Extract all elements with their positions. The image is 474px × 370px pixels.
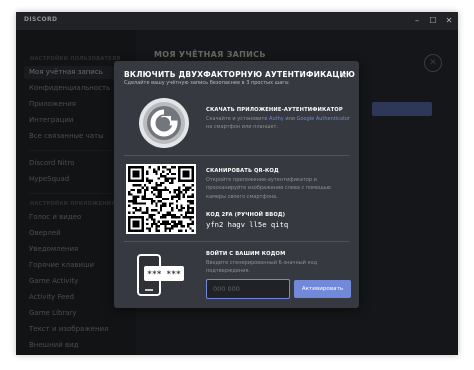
sidebar-item-notifications[interactable]: Уведомления bbox=[24, 243, 128, 256]
title-bar: DISCORD – ☐ ✕ bbox=[16, 12, 458, 30]
step3-title: ВОЙТИ С ВАШИМ КОДОМ bbox=[206, 251, 286, 257]
google-authenticator-link[interactable]: Google Authenticator bbox=[297, 116, 350, 122]
google-authenticator-icon bbox=[139, 98, 189, 148]
close-icon[interactable]: × bbox=[340, 71, 348, 81]
page-title: МОЯ УЧЁТНАЯ ЗАПИСЬ bbox=[154, 50, 266, 59]
sidebar-item-keybinds[interactable]: Горячие клавиши bbox=[24, 259, 128, 272]
sidebar-header-app-settings: НАСТРОЙКИ ПРИЛОЖЕНИЯ bbox=[30, 201, 116, 207]
sidebar-item-overlay[interactable]: Оверлей bbox=[24, 227, 128, 240]
step-divider bbox=[124, 241, 349, 242]
authy-link[interactable]: Authy bbox=[269, 116, 284, 122]
verification-code-input[interactable] bbox=[206, 279, 290, 299]
sidebar-item-applications[interactable]: Приложения bbox=[24, 98, 128, 111]
sidebar-item-activity-feed[interactable]: Activity Feed bbox=[24, 291, 128, 304]
modal-subtitle: Сделайте вашу учётную запись безопаснее … bbox=[124, 80, 290, 86]
enable-2fa-button-behind bbox=[372, 102, 432, 116]
sidebar-divider bbox=[29, 193, 123, 194]
step1-title: СКАЧАТЬ ПРИЛОЖЕНИЕ-АУТЕНТИФИКАТОР bbox=[206, 107, 343, 113]
sidebar-item-voice-video[interactable]: Голос и видео bbox=[24, 211, 128, 224]
step-divider bbox=[124, 155, 349, 156]
modal-title: ВКЛЮЧИТЬ ДВУХФАКТОРНУЮ АУТЕНТИФИКАЦИЮ bbox=[124, 70, 356, 79]
2fa-secret-key[interactable]: yfn2 hagv ll5e qitq bbox=[206, 220, 288, 229]
sidebar-item-hypesquad[interactable]: HypeSquad bbox=[24, 173, 128, 186]
sidebar-item-connections[interactable]: Все связанные чаты bbox=[24, 130, 128, 143]
qr-code bbox=[126, 164, 196, 234]
close-window-icon[interactable]: ✕ bbox=[442, 14, 456, 28]
step3-text: Введите сгенерированный 6-значный код по… bbox=[206, 260, 318, 275]
phone-code-illustration: *** *** bbox=[137, 254, 184, 296]
phone-code-text: *** *** bbox=[147, 270, 181, 279]
app-title: DISCORD bbox=[24, 16, 58, 23]
sidebar-item-game-library[interactable]: Game Library bbox=[24, 307, 128, 320]
sidebar-item-text-images[interactable]: Текст и изображения bbox=[24, 323, 128, 336]
sidebar-item-integrations[interactable]: Интеграции bbox=[24, 114, 128, 127]
sidebar-item-nitro[interactable]: Discord Nitro bbox=[24, 157, 128, 170]
key-label: КОД 2FA (РУЧНОЙ ВВОД) bbox=[206, 212, 286, 218]
sidebar-divider bbox=[29, 150, 123, 151]
activate-button[interactable]: Активировать bbox=[294, 280, 351, 298]
minimize-icon[interactable]: – bbox=[410, 14, 424, 28]
step2-title: СКАНИРОВАТЬ QR-КОД bbox=[206, 168, 279, 174]
maximize-icon[interactable]: ☐ bbox=[426, 14, 440, 28]
sidebar-item-my-account[interactable]: Моя учётная запись bbox=[24, 66, 128, 79]
sidebar-item-privacy[interactable]: Конфиденциальность bbox=[24, 82, 128, 95]
enable-2fa-modal: ВКЛЮЧИТЬ ДВУХФАКТОРНУЮ АУТЕНТИФИКАЦИЮ Сд… bbox=[114, 61, 359, 308]
sidebar-header-user-settings: НАСТРОЙКИ ПОЛЬЗОВАТЕЛЯ bbox=[30, 56, 121, 62]
close-settings-icon[interactable]: ✕ bbox=[424, 54, 442, 72]
sidebar-item-game-activity[interactable]: Game Activity bbox=[24, 275, 128, 288]
step2-text: Откройте приложение-аутентификатор и про… bbox=[206, 177, 331, 200]
sidebar-item-appearance[interactable]: Внешний вид bbox=[24, 339, 128, 352]
step1-text: Скачайте и установите Authy или Google A… bbox=[206, 116, 351, 131]
